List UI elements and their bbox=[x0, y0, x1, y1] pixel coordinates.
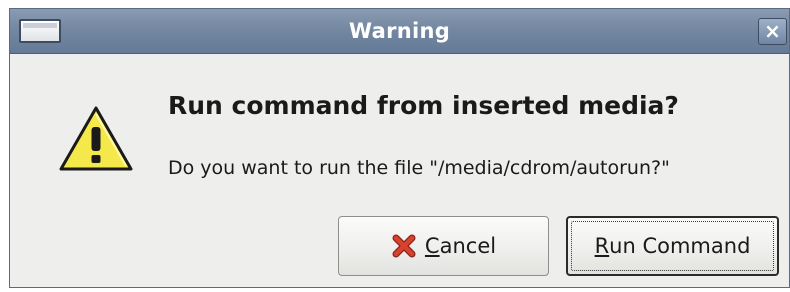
run-command-button-label: un Command bbox=[609, 234, 751, 258]
titlebar[interactable]: Warning × bbox=[10, 9, 789, 54]
close-icon[interactable]: × bbox=[758, 18, 787, 45]
dialog-heading: Run command from inserted media? bbox=[168, 91, 679, 120]
warning-icon bbox=[59, 106, 133, 171]
dialog-message: Do you want to run the file "/media/cdro… bbox=[168, 157, 670, 179]
cancel-button-label: ancel bbox=[439, 234, 497, 258]
window-title: Warning bbox=[348, 19, 451, 43]
cancel-x-icon bbox=[392, 234, 416, 258]
cancel-button[interactable]: Cancel bbox=[338, 216, 549, 276]
run-command-button[interactable]: Run Command bbox=[566, 216, 779, 276]
cancel-mnemonic: C bbox=[424, 234, 440, 258]
run-mnemonic: R bbox=[594, 234, 610, 258]
warning-dialog: Warning × Run command from inserted medi… bbox=[9, 8, 790, 288]
